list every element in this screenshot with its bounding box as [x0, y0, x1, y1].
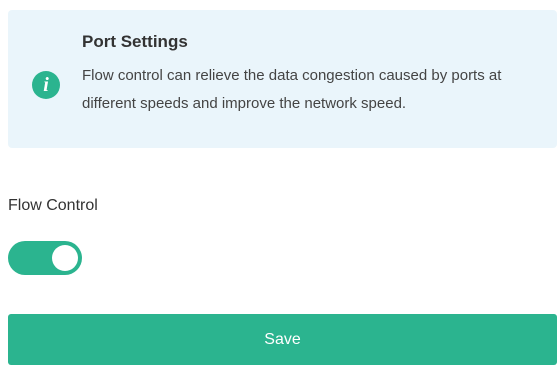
save-button[interactable]: Save [8, 314, 557, 365]
info-banner: i Port Settings Flow control can relieve… [8, 10, 557, 148]
flow-control-toggle[interactable] [8, 241, 82, 275]
info-title: Port Settings [82, 32, 188, 51]
port-settings-page: i Port Settings Flow control can relieve… [0, 0, 557, 365]
info-icon: i [32, 71, 60, 99]
info-description: Flow control can relieve the data conges… [82, 67, 502, 112]
toggle-knob [52, 245, 78, 271]
flow-control-label: Flow Control [8, 197, 98, 214]
